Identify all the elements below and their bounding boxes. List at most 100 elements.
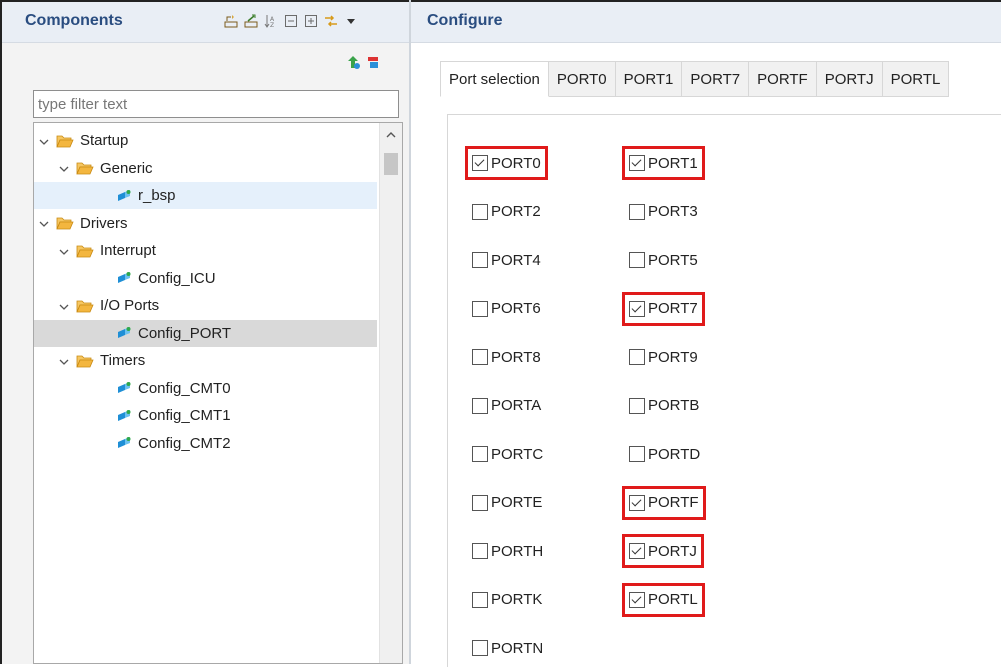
checkbox-unchecked-icon[interactable] — [472, 300, 488, 317]
component-icon — [116, 326, 132, 340]
checkbox-portf[interactable]: PORTF — [622, 485, 706, 520]
checkbox-port3[interactable]: PORT3 — [629, 198, 698, 226]
component-icon — [116, 189, 132, 203]
checkbox-port9[interactable]: PORT9 — [629, 343, 698, 371]
tab-portl[interactable]: PORTL — [882, 61, 950, 97]
checkbox-unchecked-icon[interactable] — [472, 397, 488, 414]
port-label: PORT0 — [491, 154, 541, 172]
port-selection-area: PORT0 PORT1 PORT2 PORT3 PORT4 PORT5 PORT6 PORT7… — [447, 114, 1001, 667]
tab-port1[interactable]: PORT1 — [615, 61, 683, 97]
checkbox-unchecked-icon[interactable] — [629, 203, 645, 220]
tab-portj[interactable]: PORTJ — [816, 61, 883, 97]
tree-item-timers[interactable]: Timers — [34, 347, 377, 374]
checkbox-porth[interactable]: PORTH — [472, 537, 543, 565]
component-icon — [116, 436, 132, 450]
tree-item-label: Generic — [100, 159, 153, 177]
tree-item-config-icu[interactable]: Config_ICU — [34, 265, 377, 292]
checkbox-checked-icon[interactable] — [629, 155, 645, 171]
add-component-icon[interactable] — [347, 55, 361, 69]
sort-az-icon[interactable]: AZ — [264, 14, 278, 28]
remove-component-icon[interactable] — [367, 55, 381, 69]
checkbox-checked-icon[interactable] — [629, 591, 645, 608]
checkbox-porte[interactable]: PORTE — [472, 489, 542, 517]
port-label: PORTA — [491, 397, 542, 414]
tree-item-generic[interactable]: Generic — [34, 155, 377, 182]
chevron-down-icon[interactable] — [38, 217, 50, 229]
port-tabs: Port selection PORT0 PORT1 PORT7 PORTF PORTJ P… — [440, 61, 950, 97]
filter-field[interactable] — [33, 90, 399, 118]
collapse-all-icon[interactable] — [284, 14, 298, 28]
checkbox-checked-icon[interactable] — [629, 543, 645, 559]
checkbox-port7[interactable]: PORT7 — [622, 291, 705, 326]
checkbox-port5[interactable]: PORT5 — [629, 246, 698, 274]
components-panel: Components AZ type filter text Startup G… — [2, 2, 411, 664]
expand-tree-icon[interactable] — [244, 14, 258, 28]
checkbox-portc[interactable]: PORTC — [472, 440, 543, 468]
chevron-down-icon[interactable] — [58, 300, 70, 312]
tree-item-config-port[interactable]: Config_PORT — [34, 319, 377, 347]
port-label: PORT7 — [648, 300, 698, 317]
port-label: PORTJ — [648, 542, 697, 560]
checkbox-portn[interactable]: PORTN — [472, 634, 543, 662]
tree-item-label: Config_CMT1 — [138, 407, 231, 424]
checkbox-unchecked-icon[interactable] — [472, 591, 488, 608]
checkbox-unchecked-icon[interactable] — [472, 252, 488, 268]
checkbox-port1[interactable]: PORT1 — [622, 146, 705, 180]
checkbox-unchecked-icon[interactable] — [472, 543, 488, 559]
checkbox-checked-icon[interactable] — [629, 494, 645, 511]
checkbox-unchecked-icon[interactable] — [472, 349, 488, 365]
checkbox-unchecked-icon[interactable] — [472, 446, 488, 462]
component-actions — [347, 55, 381, 69]
checkbox-unchecked-icon[interactable] — [629, 446, 645, 462]
checkbox-unchecked-icon[interactable] — [629, 397, 645, 414]
checkbox-unchecked-icon[interactable] — [472, 494, 488, 511]
tree-scrollbar[interactable] — [379, 123, 402, 663]
checkbox-checked-icon[interactable] — [472, 155, 488, 171]
tab-port0[interactable]: PORT0 — [548, 61, 616, 97]
checkbox-unchecked-icon[interactable] — [472, 203, 488, 220]
tree-item-config-cmt2[interactable]: Config_CMT2 — [34, 430, 377, 457]
port-label: PORT9 — [648, 348, 698, 366]
checkbox-port4[interactable]: PORT4 — [472, 246, 541, 274]
tree-item-config-cmt1[interactable]: Config_CMT1 — [34, 402, 377, 429]
view-menu-icon[interactable] — [344, 14, 358, 28]
chevron-down-icon[interactable] — [38, 135, 50, 147]
checkbox-unchecked-icon[interactable] — [472, 640, 488, 656]
expand-all-icon[interactable] — [304, 14, 318, 28]
collapse-tree-icon[interactable] — [224, 14, 238, 28]
checkbox-porta[interactable]: PORTA — [472, 392, 541, 420]
chevron-down-icon[interactable] — [58, 162, 70, 174]
checkbox-portj[interactable]: PORTJ — [622, 534, 704, 568]
component-icon — [116, 271, 132, 285]
checkbox-unchecked-icon[interactable] — [629, 349, 645, 365]
folder-open-icon — [56, 216, 74, 230]
port-label: PORT4 — [491, 251, 541, 269]
chevron-down-icon[interactable] — [58, 245, 70, 257]
scroll-up-icon[interactable] — [380, 127, 402, 141]
tree-item-label: Timers — [100, 352, 146, 369]
port-label: PORTF — [648, 494, 699, 511]
link-editor-icon[interactable] — [324, 14, 338, 28]
tree-item-config-cmt0[interactable]: Config_CMT0 — [34, 375, 377, 402]
checkbox-unchecked-icon[interactable] — [629, 252, 645, 268]
tree-item-i-o-ports[interactable]: I/O Ports — [34, 292, 377, 319]
tab-portf[interactable]: PORTF — [749, 61, 817, 97]
scrollbar-thumb[interactable] — [384, 153, 398, 175]
tab-port7[interactable]: PORT7 — [682, 61, 750, 97]
tree-item-startup[interactable]: Startup — [34, 127, 377, 154]
tree-item-drivers[interactable]: Drivers — [34, 210, 377, 237]
checkbox-portd[interactable]: PORTD — [629, 440, 700, 468]
checkbox-portb[interactable]: PORTB — [629, 392, 699, 420]
tree-item-interrupt[interactable]: Interrupt — [34, 237, 377, 264]
checkbox-port2[interactable]: PORT2 — [472, 198, 541, 226]
checkbox-portk[interactable]: PORTK — [472, 586, 542, 614]
filter-input[interactable] — [34, 91, 398, 117]
tree-item-r-bsp[interactable]: r_bsp — [34, 182, 377, 209]
checkbox-portl[interactable]: PORTL — [622, 582, 705, 617]
checkbox-port8[interactable]: PORT8 — [472, 343, 541, 371]
checkbox-checked-icon[interactable] — [629, 300, 645, 317]
tab-port-selection[interactable]: Port selection — [440, 61, 549, 97]
checkbox-port0[interactable]: PORT0 — [465, 146, 548, 180]
chevron-down-icon[interactable] — [58, 355, 70, 367]
checkbox-port6[interactable]: PORT6 — [472, 295, 541, 323]
